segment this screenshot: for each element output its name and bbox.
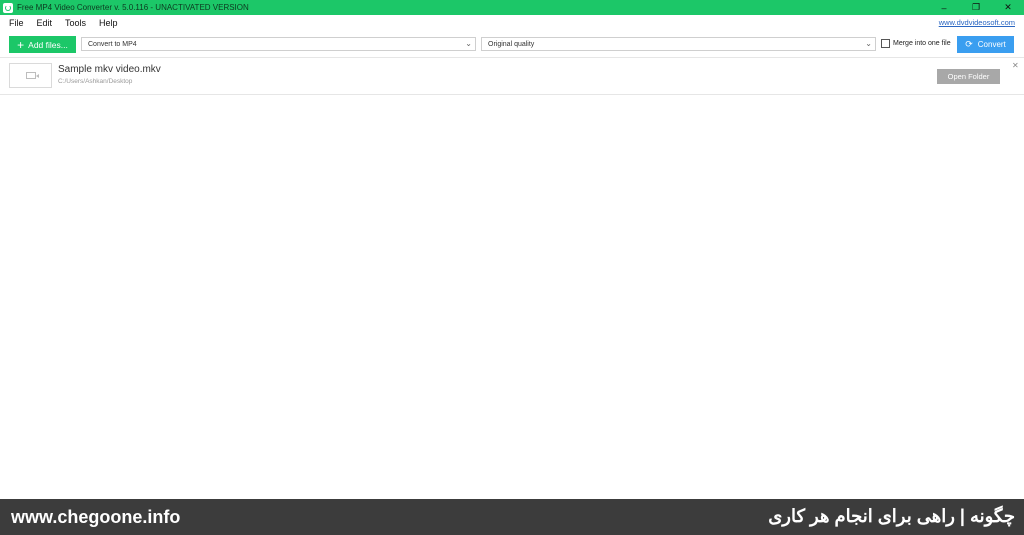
file-path: C:/Users/Ashkan/Desktop xyxy=(58,78,133,85)
window-controls: – ❐ ✕ xyxy=(928,0,1024,15)
quality-select-value: Original quality xyxy=(488,40,535,48)
refresh-icon: ⟳ xyxy=(965,39,973,49)
close-button[interactable]: ✕ xyxy=(992,0,1024,15)
merge-option[interactable]: Merge into one file xyxy=(881,39,951,48)
plus-icon: + xyxy=(17,37,25,52)
window-title: Free MP4 Video Converter v. 5.0.116 - UN… xyxy=(17,3,249,12)
add-files-label: Add files... xyxy=(28,39,68,50)
format-select-value: Convert to MP4 xyxy=(88,40,137,48)
file-name: Sample mkv video.mkv xyxy=(58,64,161,75)
merge-checkbox[interactable] xyxy=(881,39,890,48)
add-files-button[interactable]: + Add files... xyxy=(9,36,76,53)
app-logo-icon xyxy=(3,2,13,13)
video-thumbnail xyxy=(9,63,52,88)
open-folder-button[interactable]: Open Folder xyxy=(937,69,1000,84)
maximize-button[interactable]: ❐ xyxy=(960,0,992,15)
watermark-site: www.chegoone.info xyxy=(11,507,181,527)
toolbar-divider xyxy=(0,57,1024,58)
video-camera-icon xyxy=(25,72,39,79)
remove-file-icon[interactable]: ✕ xyxy=(1012,61,1019,70)
chevron-down-icon: ⌄ xyxy=(865,39,872,48)
file-list-item[interactable]: Sample mkv video.mkv C:/Users/Ashkan/Des… xyxy=(0,59,1024,94)
merge-label: Merge into one file xyxy=(893,40,951,47)
title-bar: Free MP4 Video Converter v. 5.0.116 - UN… xyxy=(0,0,1024,15)
menu-edit[interactable]: Edit xyxy=(37,18,53,28)
menu-bar: File Edit Tools Help www.dvdvideosoft.co… xyxy=(0,15,1024,31)
website-link[interactable]: www.dvdvideosoft.com xyxy=(939,18,1015,27)
watermark-banner: www.chegoone.info چگونه | راهی برای انجا… xyxy=(0,499,1024,535)
format-select[interactable]: Convert to MP4 ⌄ xyxy=(81,37,476,51)
file-list-divider xyxy=(0,94,1024,95)
convert-button[interactable]: ⟳ Convert xyxy=(957,36,1014,53)
quality-select[interactable]: Original quality ⌄ xyxy=(481,37,876,51)
menu-file[interactable]: File xyxy=(9,18,24,28)
menu-tools[interactable]: Tools xyxy=(65,18,86,28)
convert-label: Convert xyxy=(977,40,1006,49)
chevron-down-icon: ⌄ xyxy=(465,39,472,48)
toolbar: + Add files... Convert to MP4 ⌄ Original… xyxy=(0,33,1024,55)
watermark-slogan: چگونه | راهی برای انجام هر کاری xyxy=(768,506,1015,526)
minimize-button[interactable]: – xyxy=(928,0,960,15)
menu-help[interactable]: Help xyxy=(99,18,118,28)
